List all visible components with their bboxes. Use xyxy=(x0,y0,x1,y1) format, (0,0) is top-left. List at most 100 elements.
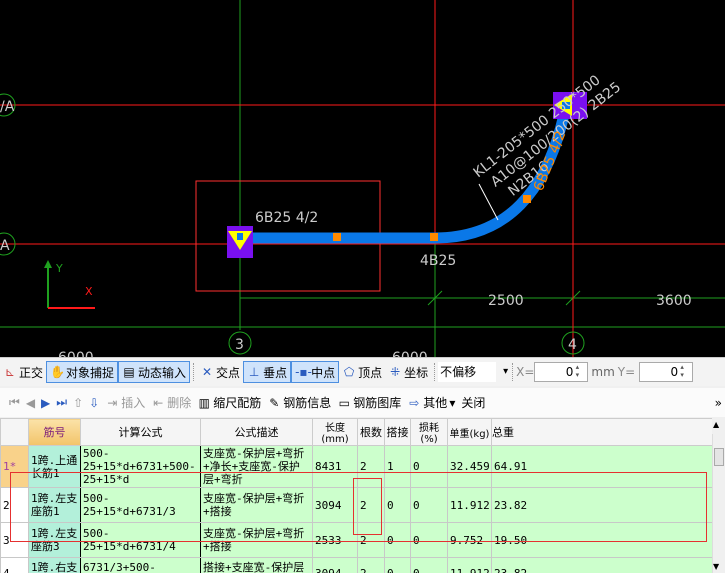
cell-length[interactable]: 3094 xyxy=(312,557,358,573)
last-record-button[interactable]: ⏭ xyxy=(53,392,70,414)
cell-lap[interactable]: 0 xyxy=(384,487,411,523)
grip-point[interactable] xyxy=(333,233,341,241)
midpoint-icon: -▪- xyxy=(295,365,312,379)
cell-formula[interactable]: 500-25+15*d+6731/4 xyxy=(80,522,201,558)
cell-count[interactable]: 2 xyxy=(357,557,385,573)
table-row[interactable]: 41跨.右支座筋16731/3+500-25+15*d搭接+支座宽-保护层+弯折… xyxy=(0,557,712,573)
next-record-button[interactable]: ▶ xyxy=(38,392,53,414)
grip-point[interactable] xyxy=(430,233,438,241)
delete-button[interactable]: ⇤ 删除 xyxy=(148,392,194,414)
x-label: X= xyxy=(516,365,535,379)
cell-formula[interactable]: 500-25+15*d+6731/3 xyxy=(80,487,201,523)
scroll-down-arrow[interactable]: ▼ xyxy=(713,562,719,571)
header-unit-weight[interactable]: 单重(kg) xyxy=(447,418,492,446)
dynamic-input-button[interactable]: ▤ 动态输入 xyxy=(118,361,191,383)
object-snap-button[interactable]: ✋ 对象捕捉 xyxy=(46,361,119,383)
cell-description[interactable]: 搭接+支座宽-保护层+弯折 xyxy=(200,557,313,573)
cell-description[interactable]: 支座宽-保护层+弯折+净长+支座宽-保护层+弯折 xyxy=(200,445,313,488)
cell-description[interactable]: 支座宽-保护层+弯折+搭接 xyxy=(200,522,313,558)
cell-total-weight[interactable]: 64.91 xyxy=(491,445,712,488)
first-record-button[interactable]: ⏮ xyxy=(6,392,23,414)
snap-icon: ✋ xyxy=(50,365,65,379)
cell-row-number[interactable]: 4 xyxy=(0,557,29,573)
cell-unit-weight[interactable]: 11.912 xyxy=(447,557,492,573)
header-total-weight[interactable]: 总重 xyxy=(491,418,712,446)
cell-lap[interactable]: 0 xyxy=(384,522,411,558)
divider xyxy=(512,363,514,381)
insert-button[interactable]: ⇥ 插入 xyxy=(102,392,148,414)
table-header: 筋号 计算公式 公式描述 长度(mm) 根数 搭接 损耗(%) 单重(kg) 总… xyxy=(0,418,712,446)
offset-select[interactable]: 不偏移 xyxy=(438,362,508,382)
header-lap[interactable]: 搭接 xyxy=(384,418,411,446)
cell-bar-id[interactable]: 1跨.左支座筋1 xyxy=(28,487,81,523)
cell-bar-id[interactable]: 1跨.上通长筋1 xyxy=(28,445,81,488)
cell-unit-weight[interactable]: 11.912 xyxy=(447,487,492,523)
drawing-canvas[interactable]: /A A 3 4 2500 3600 6000 6000 6B25 4/2 4B… xyxy=(0,0,725,357)
ucs-icon: Y X xyxy=(44,260,95,309)
bottom-rebar-label: 4B25 xyxy=(420,253,456,269)
snap-toolbar: ⊾ 正交 ✋ 对象捕捉 ▤ 动态输入 ✕ 交点 ⊥ 垂点 -▪- 中点 ⬠ 顶点 ⁜ 坐标 不偏… xyxy=(0,357,725,386)
cell-total-weight[interactable]: 19.50 xyxy=(491,522,712,558)
other-menu-button[interactable]: ⇨ 其他 ▾ xyxy=(404,392,458,414)
prev-record-button[interactable]: ◀ xyxy=(23,392,38,414)
header-length[interactable]: 长度(mm) xyxy=(312,418,358,446)
header-loss[interactable]: 损耗(%) xyxy=(410,418,448,446)
cell-total-weight[interactable]: 23.82 xyxy=(491,487,712,523)
table-row[interactable]: 2 1跨.左支座筋1 500-25+15*d+6731/3 支座宽-保护层+弯折+搭接… xyxy=(0,487,712,523)
scroll-up-arrow[interactable]: ▲ xyxy=(713,420,719,429)
cell-loss[interactable]: 0 xyxy=(410,557,448,573)
cell-lap[interactable]: 1 xyxy=(384,445,411,488)
close-button[interactable]: 关闭 xyxy=(458,392,488,414)
axis-label-3: 3 xyxy=(235,337,244,353)
cell-row-number[interactable]: 2 xyxy=(0,487,29,523)
vertical-scrollbar[interactable] xyxy=(712,434,725,573)
scale-rebar-button[interactable]: ▥ 缩尺配筋 xyxy=(194,392,264,414)
header-description[interactable]: 公式描述 xyxy=(200,418,313,446)
cell-lap[interactable]: 0 xyxy=(384,557,411,573)
header-bar-id[interactable]: 筋号 xyxy=(28,418,81,446)
header-formula[interactable]: 计算公式 xyxy=(80,418,201,446)
move-down-button[interactable]: ⇩ xyxy=(86,392,102,414)
cell-length[interactable]: 2533 xyxy=(312,522,358,558)
cell-total-weight[interactable]: 23.82 xyxy=(491,557,712,573)
table-row[interactable]: 1* 1跨.上通长筋1 500-25+15*d+6731+500-25+15*d 支座… xyxy=(0,445,712,488)
coordinate-icon: ⁜ xyxy=(390,365,401,379)
cell-length[interactable]: 3094 xyxy=(312,487,358,523)
cell-row-number[interactable]: 3 xyxy=(0,522,29,558)
intersection-snap-button[interactable]: ✕ 交点 xyxy=(197,361,243,383)
cell-unit-weight[interactable]: 32.459 xyxy=(447,445,492,488)
cell-length[interactable]: 8431 xyxy=(312,445,358,488)
cell-bar-id[interactable]: 1跨.左支座筋3 xyxy=(28,522,81,558)
cell-formula[interactable]: 6731/3+500-25+15*d xyxy=(80,557,201,573)
x-offset-input[interactable]: 0 xyxy=(534,362,589,382)
move-up-button[interactable]: ⇧ xyxy=(70,392,86,414)
cell-unit-weight[interactable]: 9.752 xyxy=(447,522,492,558)
vertex-snap-button[interactable]: ⬠ 顶点 xyxy=(339,361,385,383)
header-count[interactable]: 根数 xyxy=(357,418,385,446)
ortho-button[interactable]: ⊾ 正交 xyxy=(0,361,46,383)
divider xyxy=(434,363,436,381)
perpendicular-snap-button[interactable]: ⊥ 垂点 xyxy=(243,361,292,383)
midpoint-snap-button[interactable]: -▪- 中点 xyxy=(291,361,340,383)
cell-count[interactable]: 2 xyxy=(357,522,385,558)
svg-text:X: X xyxy=(85,285,93,298)
dim-6000-a: 6000 xyxy=(58,350,94,357)
y-offset-input[interactable]: 0 xyxy=(639,362,694,382)
grip-point[interactable] xyxy=(523,195,531,203)
cell-bar-id[interactable]: 1跨.右支座筋1 xyxy=(28,557,81,573)
coordinate-snap-button[interactable]: ⁜ 坐标 xyxy=(385,361,431,383)
toolbar-overflow-button[interactable]: » xyxy=(712,392,725,414)
cell-loss[interactable]: 0 xyxy=(410,522,448,558)
scrollbar-thumb[interactable] xyxy=(714,448,724,466)
cell-loss[interactable]: 0 xyxy=(410,487,448,523)
cell-formula[interactable]: 500-25+15*d+6731+500-25+15*d xyxy=(80,445,201,488)
cell-loss[interactable]: 0 xyxy=(410,445,448,488)
rebar-library-button[interactable]: ▭ 钢筋图库 xyxy=(334,392,404,414)
insert-icon: ⇥ xyxy=(107,395,118,410)
cell-description[interactable]: 支座宽-保护层+弯折+搭接 xyxy=(200,487,313,523)
cell-row-number[interactable]: 1* xyxy=(0,445,29,488)
table-row[interactable]: 3 1跨.左支座筋3 500-25+15*d+6731/4 支座宽-保护层+弯折+搭接… xyxy=(0,522,712,558)
rebar-info-button[interactable]: ✎ 钢筋信息 xyxy=(264,392,334,414)
cell-count[interactable]: 2 xyxy=(357,487,385,523)
cell-count[interactable]: 2 xyxy=(357,445,385,488)
